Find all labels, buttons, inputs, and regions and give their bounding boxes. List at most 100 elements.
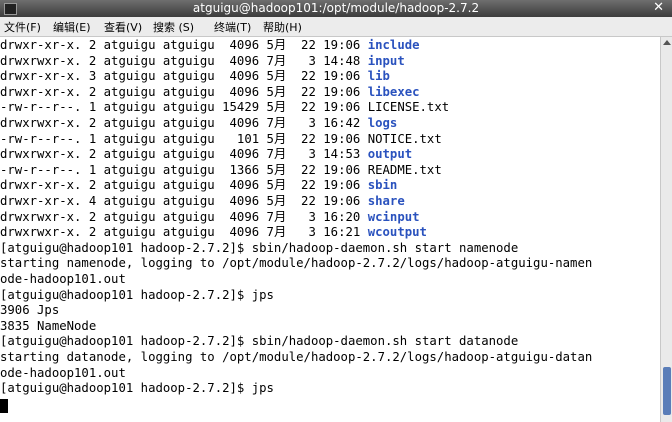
link-count: 2: [88, 84, 104, 99]
file-month: 5月: [266, 100, 294, 115]
file-month: 5月: [266, 194, 294, 208]
file-permissions: drwxrwxr-x.: [0, 147, 89, 162]
link-count: 2: [88, 178, 104, 193]
link-count: 1: [88, 100, 104, 115]
file-time: 14:48: [323, 53, 368, 68]
file-permissions: drwxrwxr-x.: [0, 209, 89, 224]
file-time: 19:06: [323, 194, 368, 208]
link-count: 2: [88, 209, 104, 224]
link-count: 1: [88, 131, 104, 146]
file-group: atguigu: [162, 84, 223, 99]
listing-row: drwxr-xr-x. 2 atguigu atguigu 4096 5月 22…: [0, 37, 420, 53]
file-permissions: -rw-r--r--.: [0, 131, 89, 146]
menu-edit[interactable]: 编辑(E): [53, 19, 91, 35]
close-icon[interactable]: ✕: [653, 0, 664, 16]
file-permissions: drwxr-xr-x.: [0, 178, 89, 193]
menu-terminal[interactable]: 终端(T): [214, 19, 251, 35]
output-line: [atguigu@hadoop101 hadoop-2.7.2]$ jps: [0, 381, 274, 396]
listing-row: drwxr-xr-x. 2 atguigu atguigu 4096 5月 22…: [0, 84, 420, 100]
file-day: 3: [293, 53, 324, 68]
file-day: 3: [293, 225, 324, 240]
link-count: 2: [88, 38, 104, 52]
file-month: 7月: [266, 209, 294, 224]
file-time: 19:06: [323, 162, 368, 177]
file-owner: atguigu: [103, 116, 163, 130]
file-size: 4096: [222, 38, 267, 52]
menu-search[interactable]: 搜索 (S): [153, 19, 194, 35]
link-count: 2: [88, 225, 104, 240]
listing-row: drwxr-xr-x. 3 atguigu atguigu 4096 5月 22…: [0, 68, 390, 84]
link-count: 4: [88, 194, 104, 208]
menu-help[interactable]: 帮助(H): [263, 19, 302, 35]
file-time: 16:42: [323, 116, 368, 130]
output-line: ode-hadoop101.out: [0, 272, 126, 286]
output-line: starting datanode, logging to /opt/modul…: [0, 350, 593, 364]
file-group: atguigu: [162, 162, 223, 177]
file-owner: atguigu: [103, 100, 163, 115]
file-group: atguigu: [162, 147, 223, 162]
file-owner: atguigu: [103, 38, 163, 52]
menu-file[interactable]: 文件(F): [4, 19, 41, 35]
file-time: 19:06: [323, 131, 368, 146]
file-permissions: drwxr-xr-x.: [0, 38, 89, 52]
output-line: 3835 NameNode: [0, 318, 97, 333]
file-size: 4096: [222, 116, 267, 130]
file-day: 22: [293, 131, 324, 146]
output-line: ode-hadoop101.out: [0, 365, 126, 380]
file-owner: atguigu: [103, 69, 163, 84]
file-name: libexec: [367, 84, 420, 99]
file-month: 5月: [266, 38, 294, 52]
file-month: 5月: [266, 131, 294, 146]
output-line: [atguigu@hadoop101 hadoop-2.7.2]$ sbin/h…: [0, 334, 519, 349]
file-group: atguigu: [162, 53, 223, 68]
scrollbar-thumb[interactable]: [663, 367, 671, 415]
file-size: 4096: [222, 69, 267, 84]
file-name: include: [367, 38, 420, 52]
file-owner: atguigu: [103, 84, 163, 99]
file-permissions: drwxrwxr-x.: [0, 116, 89, 130]
file-name: sbin: [367, 178, 398, 193]
file-permissions: drwxr-xr-x.: [0, 194, 89, 208]
file-name: README.txt: [367, 162, 442, 177]
file-month: 7月: [266, 116, 294, 130]
file-day: 22: [293, 69, 324, 84]
file-owner: atguigu: [103, 131, 163, 146]
output-line: 3906 Jps: [0, 303, 60, 318]
file-size: 4096: [222, 209, 267, 224]
file-group: atguigu: [162, 178, 223, 193]
file-owner: atguigu: [103, 147, 163, 162]
file-name: wcoutput: [367, 225, 427, 240]
terminal-output[interactable]: drwxr-xr-x. 2 atguigu atguigu 4096 5月 22…: [0, 37, 660, 422]
file-day: 22: [293, 178, 324, 193]
listing-row: -rw-r--r--. 1 atguigu atguigu 15429 5月 2…: [0, 99, 449, 115]
file-size: 1366: [222, 162, 267, 177]
file-month: 5月: [266, 162, 294, 177]
file-month: 7月: [266, 225, 294, 240]
window-title: atguigu@hadoop101:/opt/module/hadoop-2.7…: [192, 1, 480, 15]
vertical-scrollbar[interactable]: [660, 37, 672, 422]
file-owner: atguigu: [103, 194, 163, 208]
file-size: 101: [222, 131, 267, 146]
file-time: 14:53: [323, 147, 368, 162]
output-line: starting namenode, logging to /opt/modul…: [0, 256, 593, 271]
file-size: 4096: [222, 178, 267, 193]
file-size: 4096: [222, 225, 267, 240]
file-group: atguigu: [162, 131, 223, 146]
link-count: 1: [88, 162, 104, 177]
file-name: NOTICE.txt: [367, 131, 442, 146]
scroll-up-arrow-icon[interactable]: [663, 40, 671, 45]
file-time: 19:06: [323, 84, 368, 99]
file-owner: atguigu: [103, 162, 163, 177]
file-size: 15429: [222, 100, 267, 115]
file-name: share: [367, 194, 405, 208]
file-group: atguigu: [162, 116, 223, 130]
file-owner: atguigu: [103, 209, 163, 224]
file-owner: atguigu: [103, 225, 163, 240]
file-month: 5月: [266, 84, 294, 99]
file-permissions: drwxrwxr-x.: [0, 53, 89, 68]
menu-view[interactable]: 查看(V): [104, 19, 142, 35]
file-size: 4096: [222, 147, 267, 162]
file-group: atguigu: [162, 209, 223, 224]
file-owner: atguigu: [103, 178, 163, 193]
link-count: 2: [88, 116, 104, 130]
